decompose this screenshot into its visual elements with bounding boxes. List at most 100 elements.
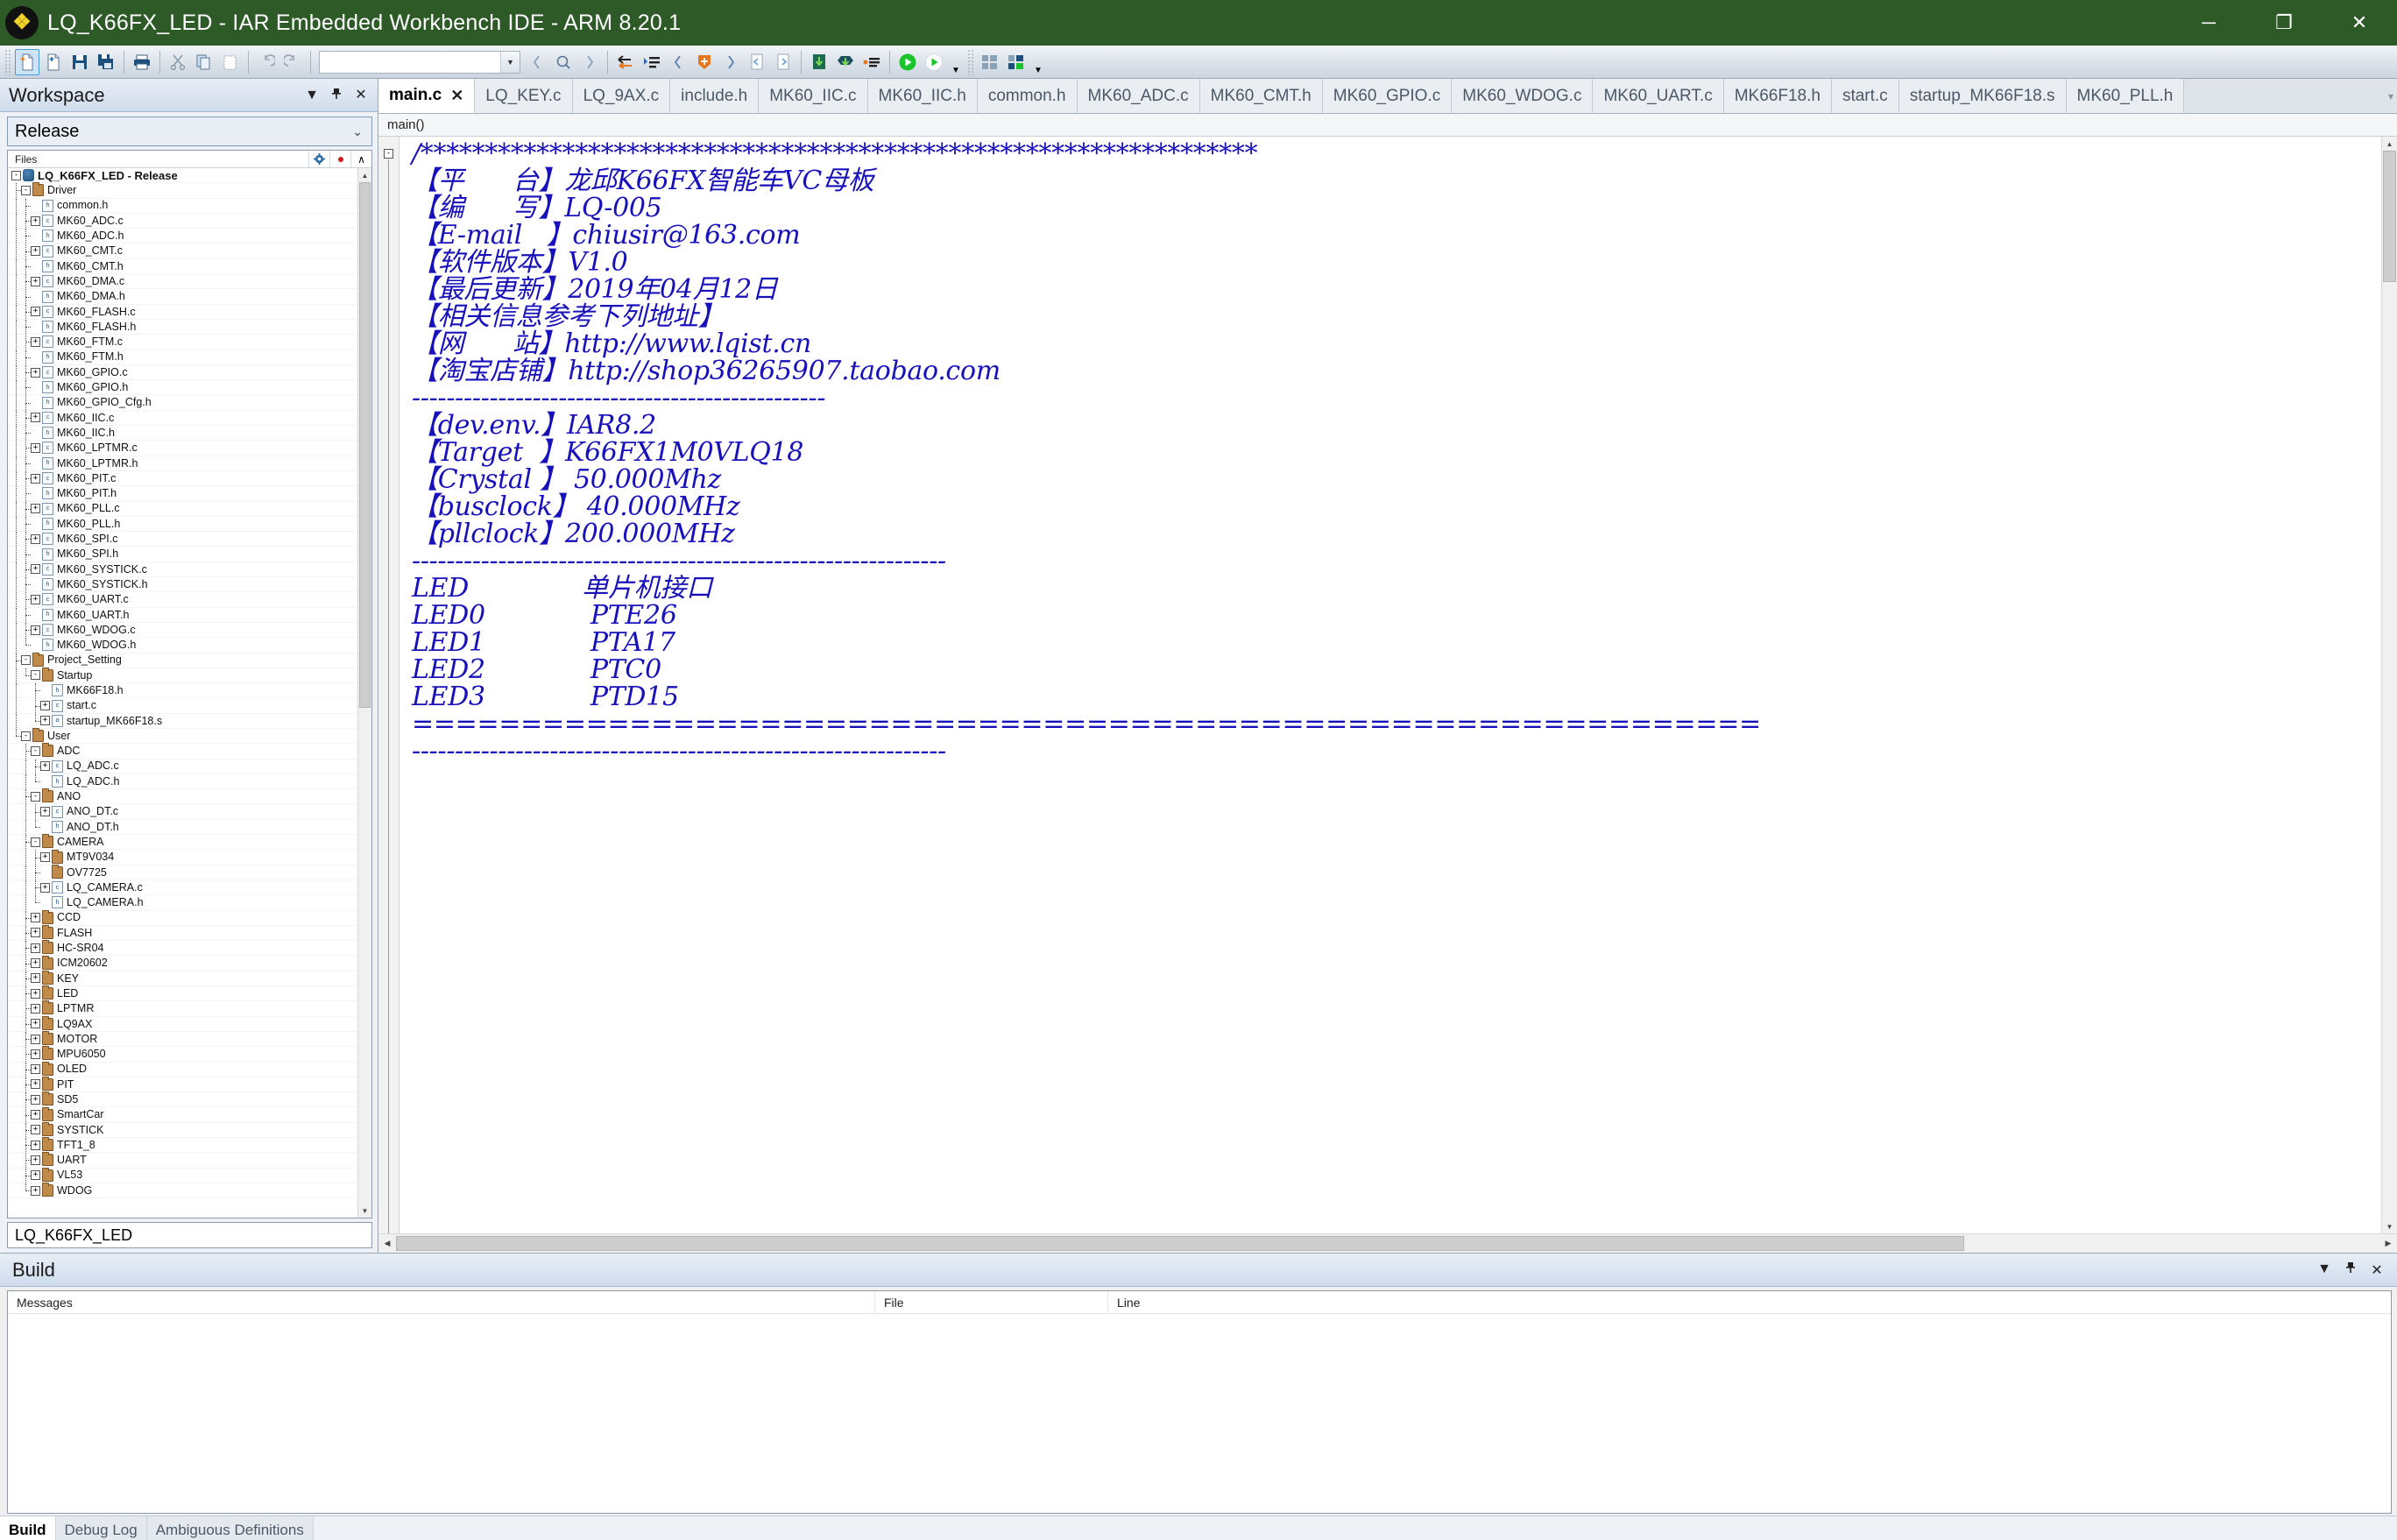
column-header-file[interactable]: File [875, 1291, 1108, 1313]
tree-item-mk60-flash-c[interactable]: + c MK60_FLASH.c [8, 304, 357, 320]
expand-toggle-icon[interactable]: + [31, 276, 40, 286]
editor-tab-mk60-adc-c[interactable]: MK60_ADC.c [1077, 79, 1200, 113]
expand-toggle-icon[interactable]: + [40, 716, 50, 726]
scroll-up-icon[interactable]: ▲ [2382, 137, 2397, 151]
tree-item-lq-k66fx-led-release[interactable]: - LQ_K66FX_LED - Release [8, 168, 357, 184]
output-tab-ambiguous-definitions[interactable]: Ambiguous Definitions [146, 1516, 314, 1540]
paste-button[interactable] [218, 49, 243, 75]
tree-item-mt9v034[interactable]: + MT9V034 [8, 849, 357, 865]
add-group-button[interactable] [1004, 49, 1029, 75]
tree-item-adc[interactable]: - ADC [8, 743, 357, 759]
column-header-line[interactable]: Line [1108, 1291, 2391, 1313]
copy-button[interactable] [192, 49, 216, 75]
chevron-down-icon[interactable]: ▼ [500, 51, 520, 73]
collapse-toggle-icon[interactable]: - [11, 170, 21, 180]
expand-toggle-icon[interactable]: + [31, 943, 40, 953]
quick-search-combo[interactable]: ▼ [319, 50, 520, 74]
close-button[interactable]: ✕ [2322, 0, 2397, 46]
editor-tab-lq-key-c[interactable]: LQ_KEY.c [475, 79, 573, 113]
tree-item-sd5[interactable]: + SD5 [8, 1091, 357, 1108]
fold-toggle-icon[interactable]: - [384, 149, 393, 159]
tree-item-mk60-dma-c[interactable]: + c MK60_DMA.c [8, 274, 357, 290]
tree-item-mk60-flash-h[interactable]: h MK60_FLASH.h [8, 319, 357, 336]
expand-toggle-icon[interactable]: + [31, 928, 40, 938]
tree-item-lptmr[interactable]: + LPTMR [8, 1000, 357, 1017]
tree-item-mk60-ftm-h[interactable]: h MK60_FTM.h [8, 350, 357, 365]
tree-item-mk60-wdog-h[interactable]: h MK60_WDOG.h [8, 638, 357, 653]
save-all-button[interactable] [94, 49, 118, 75]
editor-tab-mk66f18-h[interactable]: MK66F18.h [1723, 79, 1832, 113]
expand-toggle-icon[interactable]: + [40, 882, 50, 893]
scroll-left-icon[interactable]: ◀ [378, 1234, 396, 1253]
scroll-track[interactable] [396, 1234, 2379, 1253]
collapse-toggle-icon[interactable]: - [21, 185, 31, 195]
debug-without-download-button[interactable] [922, 49, 946, 75]
tree-item-led[interactable]: + LED [8, 985, 357, 1002]
column-header-messages[interactable]: Messages [8, 1291, 875, 1313]
workspace-menu-icon[interactable]: ▼ [304, 88, 320, 102]
gear-icon[interactable] [308, 151, 329, 167]
tree-item-project-setting[interactable]: - Project_Setting [8, 652, 357, 668]
open-file-button[interactable] [41, 49, 66, 75]
expand-toggle-icon[interactable]: + [40, 761, 50, 772]
code-fold-gutter[interactable]: - [378, 137, 400, 1233]
editor-tab-mk60-uart-c[interactable]: MK60_UART.c [1593, 79, 1724, 113]
tree-collapse-icon[interactable]: ∧ [350, 151, 371, 167]
scroll-down-icon[interactable]: ▼ [2382, 1219, 2397, 1233]
build-rows[interactable] [8, 1314, 2391, 1513]
scroll-track[interactable] [2382, 151, 2397, 1219]
undo-button[interactable] [254, 49, 279, 75]
expand-toggle-icon[interactable]: + [31, 504, 40, 514]
tree-item-mk60-dma-h[interactable]: h MK60_DMA.h [8, 289, 357, 305]
expand-toggle-icon[interactable]: + [31, 988, 40, 999]
tree-item-mk60-pll-c[interactable]: + c MK60_PLL.c [8, 501, 357, 517]
quick-search-button[interactable] [551, 49, 576, 75]
minimize-button[interactable]: ─ [2171, 0, 2246, 46]
tree-item-startup-mk66f18-s[interactable]: + a startup_MK66F18.s [8, 713, 357, 729]
tree-item-mk60-adc-h[interactable]: h MK60_ADC.h [8, 229, 357, 244]
tree-item-mk60-spi-c[interactable]: + c MK60_SPI.c [8, 532, 357, 547]
collapse-toggle-icon[interactable]: - [21, 655, 31, 666]
expand-toggle-icon[interactable]: + [31, 1019, 40, 1029]
build-message-list[interactable]: Messages File Line [7, 1290, 2392, 1514]
tree-item-icm20602[interactable]: + ICM20602 [8, 955, 357, 971]
tree-item-mk60-pll-h[interactable]: h MK60_PLL.h [8, 516, 357, 533]
tab-overflow-area[interactable]: ▾ [2184, 79, 2397, 113]
expand-toggle-icon[interactable]: + [31, 336, 40, 347]
editor-tab-mk60-cmt-h[interactable]: MK60_CMT.h [1199, 79, 1323, 113]
collapse-toggle-icon[interactable]: - [21, 731, 31, 741]
print-button[interactable] [130, 49, 154, 75]
expand-toggle-icon[interactable]: + [31, 564, 40, 575]
navigate-forward-button[interactable] [577, 49, 602, 75]
expand-toggle-icon[interactable]: + [31, 1094, 40, 1105]
tree-item-mk60-gpio-cfg-h[interactable]: h MK60_GPIO_Cfg.h [8, 395, 357, 411]
new-document-button[interactable] [15, 48, 39, 75]
tree-item-systick[interactable]: + SYSTICK [8, 1121, 357, 1138]
expand-toggle-icon[interactable]: + [31, 367, 40, 378]
tree-item-start-c[interactable]: + c start.c [8, 698, 357, 714]
tree-item-key[interactable]: + KEY [8, 970, 357, 987]
previous-bookmark-button[interactable] [666, 49, 690, 75]
tree-item-driver[interactable]: - Driver [8, 182, 357, 199]
navigate-backward-button[interactable] [525, 49, 549, 75]
workspace-view-button[interactable] [978, 49, 1002, 75]
build-close-icon[interactable]: ✕ [2369, 1261, 2385, 1279]
editor-tab-lq-9ax-c[interactable]: LQ_9AX.c [572, 79, 671, 113]
editor-tab-common-h[interactable]: common.h [977, 79, 1078, 113]
compare-next-button[interactable] [771, 49, 795, 75]
tree-item-mk60-spi-h[interactable]: h MK60_SPI.h [8, 547, 357, 562]
tree-item-mk60-iic-h[interactable]: h MK60_IIC.h [8, 426, 357, 442]
expand-toggle-icon[interactable]: + [31, 625, 40, 635]
scroll-right-icon[interactable]: ▶ [2379, 1234, 2397, 1253]
save-button[interactable] [67, 49, 92, 75]
tree-item-flash[interactable]: + FLASH [8, 924, 357, 942]
expand-toggle-icon[interactable]: + [31, 594, 40, 604]
tree-item-lq-camera-h[interactable]: h LQ_CAMERA.h [8, 895, 357, 911]
tree-item-mk60-pit-h[interactable]: h MK60_PIT.h [8, 486, 357, 502]
tree-item-mpu6050[interactable]: + MPU6050 [8, 1046, 357, 1063]
toggle-breakpoint-button[interactable] [692, 49, 717, 75]
scroll-down-icon[interactable]: ▼ [358, 1204, 371, 1218]
collapse-toggle-icon[interactable]: - [31, 837, 40, 847]
collapse-toggle-icon[interactable]: - [31, 791, 40, 802]
expand-toggle-icon[interactable]: + [31, 413, 40, 423]
